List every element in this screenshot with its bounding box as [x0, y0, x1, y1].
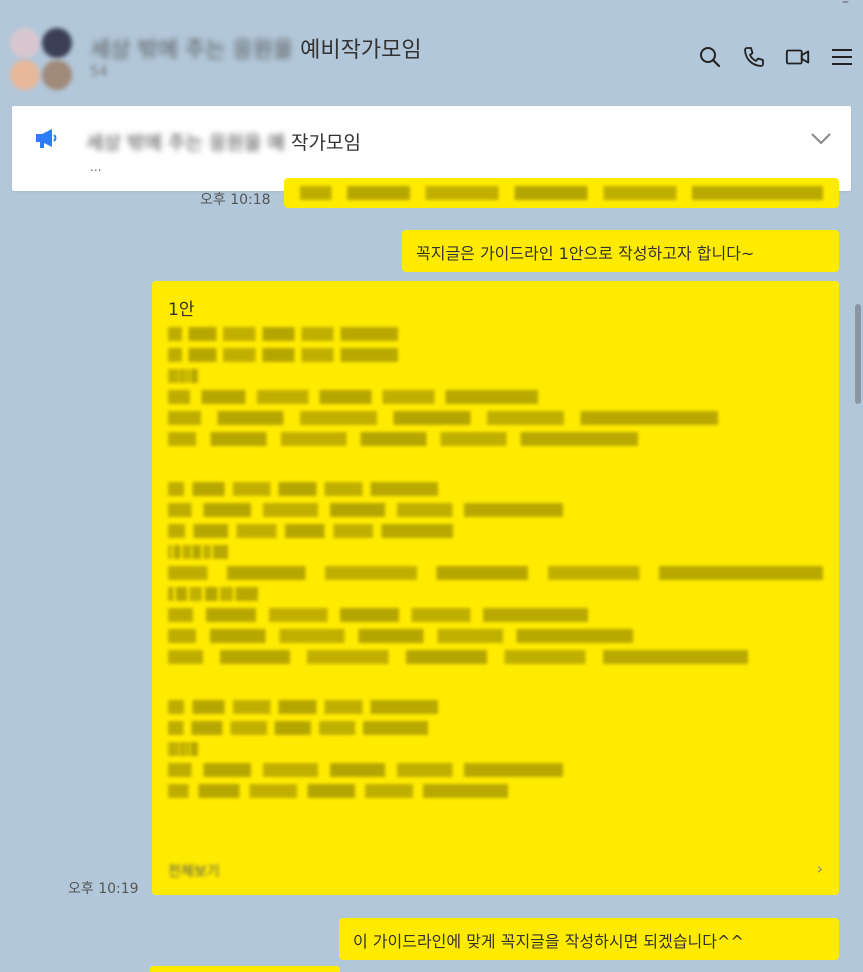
group-avatar[interactable]: [10, 28, 74, 92]
room-title: 세상 밖에 주는 응원을 예비작가모임: [90, 32, 422, 64]
member-count: 54: [90, 64, 108, 80]
search-icon[interactable]: [697, 44, 723, 70]
notice-preview: ...: [90, 160, 102, 174]
message-body: 1안: [152, 281, 839, 798]
view-all-row[interactable]: 전체보기 ›: [168, 859, 823, 881]
message-bubble[interactable]: 이 가이드라인에 맞게 꼭지글을 작성하시면 되겠습니다^^: [339, 918, 839, 960]
room-title-blurred: 세상 밖에 주는 응원을: [90, 38, 294, 63]
message-bubble-partial: [150, 966, 340, 972]
scrollbar[interactable]: [851, 300, 863, 410]
blurred-text: [168, 411, 718, 425]
blurred-text: [168, 700, 438, 714]
message-bubble[interactable]: 꼭지글은 가이드라인 1안으로 작성하고자 합니다~: [402, 230, 839, 272]
blurred-text: [168, 432, 638, 446]
message-text: 꼭지글은 가이드라인 1안으로 작성하고자 합니다~: [416, 244, 755, 263]
window-control[interactable]: –: [842, 0, 849, 10]
blurred-text: [168, 482, 438, 496]
message-bubble[interactable]: [284, 178, 839, 208]
blurred-text: [168, 348, 398, 362]
message-time: 오후 10:18: [200, 192, 271, 208]
blurred-text: [168, 566, 823, 580]
notice-title-suffix: 작가모임: [291, 132, 361, 154]
view-all-label[interactable]: 전체보기: [168, 861, 220, 881]
phone-icon[interactable]: [741, 44, 767, 70]
room-title-suffix: 예비작가모임: [300, 38, 422, 63]
chevron-right-icon[interactable]: ›: [817, 859, 823, 878]
blurred-text: [168, 721, 428, 735]
menu-icon[interactable]: [829, 44, 855, 70]
message-text: 이 가이드라인에 맞게 꼭지글을 작성하시면 되겠습니다^^: [353, 932, 744, 951]
blurred-text: [168, 629, 633, 643]
blurred-text: [168, 784, 508, 798]
chevron-down-icon[interactable]: [809, 128, 833, 148]
scrollbar-thumb[interactable]: [855, 304, 861, 404]
blurred-text: [168, 524, 453, 538]
video-icon[interactable]: [785, 44, 811, 70]
chat-header: – 세상 밖에 주는 응원을 예비작가모임 54: [0, 0, 863, 100]
blurred-text: [168, 369, 198, 383]
blurred-text: [168, 390, 538, 404]
notice-title-blurred: 세상 밖에 주는 응원을 예: [86, 132, 285, 154]
blurred-text: [168, 742, 198, 756]
header-actions: [697, 44, 855, 70]
message-bubble[interactable]: 1안 전체보기 ›: [152, 281, 839, 895]
blurred-text: [168, 545, 228, 559]
blurred-text: [300, 186, 823, 200]
blurred-text: [168, 608, 588, 622]
blurred-text: [168, 650, 748, 664]
message-heading: 1안: [168, 300, 195, 320]
blurred-text: [168, 587, 258, 601]
message-time: 오후 10:19: [68, 881, 139, 897]
blurred-text: [168, 503, 563, 517]
blurred-text: [168, 327, 398, 341]
blurred-text: [168, 763, 563, 777]
megaphone-icon: [32, 126, 60, 150]
notice-title: 세상 밖에 주는 응원을 예 작가모임: [86, 128, 361, 155]
